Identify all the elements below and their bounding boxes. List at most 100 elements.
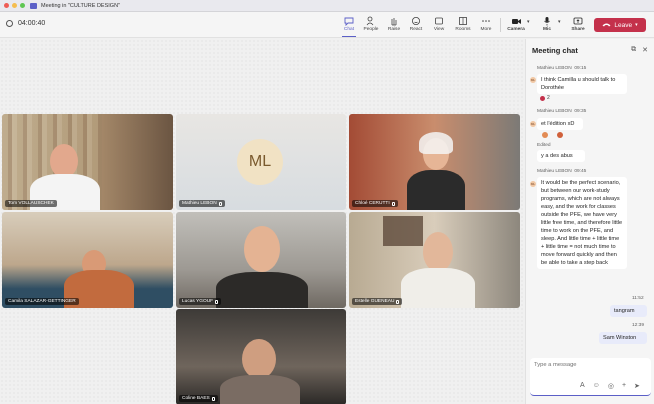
recording-indicator-icon — [6, 20, 13, 27]
chat-icon — [344, 15, 355, 26]
message-time: 12:39 — [632, 323, 645, 328]
avatar: ML — [530, 121, 536, 127]
timer-text: 04:00:40 — [18, 20, 46, 27]
mic-muted-icon — [218, 201, 222, 206]
pop-out-icon[interactable]: ⧉ — [631, 46, 636, 54]
participant-body — [220, 375, 300, 404]
loop-icon[interactable]: ◎ — [608, 382, 614, 390]
rooms-icon — [458, 15, 469, 26]
video-tile[interactable]: Coline BAES — [176, 309, 346, 404]
emoji-reaction-icon[interactable] — [542, 132, 548, 138]
close-window-button[interactable] — [4, 3, 9, 8]
chat-message[interactable]: It would be the perfect scenario, but be… — [537, 177, 627, 269]
mic-muted-icon — [211, 396, 215, 401]
phone-hangup-icon — [602, 22, 611, 29]
chat-title: Meeting chat — [532, 45, 578, 55]
close-icon[interactable]: ✕ — [642, 46, 648, 54]
send-icon[interactable]: ➤ — [634, 382, 640, 390]
participant-head — [423, 232, 453, 272]
composer-tools: A ☺ ◎ + ➤ — [580, 382, 640, 390]
mic-muted-icon — [215, 299, 219, 304]
participant-name-label: Chloé CERUTTI — [352, 200, 398, 207]
video-tile[interactable]: ML Mathieu LEBON — [176, 114, 346, 210]
message-meta: Mathieu LEBON 09:35 — [537, 109, 587, 114]
chat-header: Meeting chat ⧉ ✕ — [526, 39, 654, 61]
raise-hand-button[interactable]: Raise — [383, 15, 405, 35]
share-icon — [573, 15, 584, 26]
video-tile[interactable]: Camila SALAZAR-GETTINGER — [2, 212, 173, 308]
leave-options-chevron-icon[interactable]: ▾ — [635, 22, 638, 28]
zoom-window-button[interactable] — [20, 3, 25, 8]
wall-poster — [383, 216, 423, 246]
message-composer[interactable]: A ☺ ◎ + ➤ — [530, 358, 651, 396]
participant-name-label: Mathieu LEBON — [179, 200, 225, 207]
avatar: ML — [530, 181, 536, 187]
view-icon — [434, 15, 445, 26]
participant-head — [244, 226, 280, 272]
chat-message[interactable]: I think Camilla u should talk to Dorothé… — [537, 74, 627, 94]
people-icon — [366, 15, 377, 26]
participant-name-label: Estelle GUENEAU — [352, 298, 403, 305]
meeting-toolbar: 04:00:40 Chat People Raise React View Ro… — [0, 12, 654, 38]
avatar: ML — [530, 77, 536, 83]
format-icon[interactable]: A — [580, 382, 585, 390]
chat-button[interactable]: Chat — [338, 15, 360, 37]
chat-message[interactable]: et l'édition xD — [537, 118, 583, 130]
share-button[interactable]: Share — [567, 15, 589, 35]
camera-button[interactable]: Camera — [505, 15, 527, 35]
headphones — [419, 132, 453, 154]
video-tile[interactable]: Tom VOLLAUSCHEK — [2, 114, 173, 210]
chat-messages: Mathieu LEBON 09:15 ML I think Camilla u… — [526, 63, 654, 353]
emoji-reaction-icon[interactable] — [557, 132, 563, 138]
chat-panel: Meeting chat ⧉ ✕ Mathieu LEBON 09:15 ML … — [525, 39, 654, 404]
meeting-timer: 04:00:40 — [6, 20, 45, 27]
people-button[interactable]: People — [360, 15, 382, 35]
participant-name-label: Tom VOLLAUSCHEK — [5, 200, 57, 207]
microphone-icon — [542, 15, 553, 26]
rooms-button[interactable]: Rooms — [452, 15, 474, 35]
participant-body — [216, 272, 308, 308]
mic-options-chevron-icon[interactable]: ▾ — [558, 19, 561, 25]
video-tile[interactable]: Lucas YGOUF — [176, 212, 346, 308]
teams-logo-icon — [30, 2, 37, 9]
camera-options-chevron-icon[interactable]: ▾ — [527, 19, 530, 25]
participant-head — [50, 144, 78, 178]
edited-label: Edited — [537, 143, 551, 148]
chat-message[interactable]: Sam Winston — [599, 332, 647, 344]
react-icon — [411, 15, 422, 26]
reaction[interactable]: 2 — [540, 95, 550, 101]
react-button[interactable]: React — [405, 15, 427, 35]
video-tile[interactable]: Estelle GUENEAU — [349, 212, 520, 308]
window-titlebar: Meeting in "CULTURE DESIGN" — [0, 0, 654, 12]
mic-muted-icon — [396, 299, 400, 304]
mic-button[interactable]: Mic — [536, 15, 558, 35]
toolbar-divider — [500, 18, 501, 32]
participant-name-label: Lucas YGOUF — [179, 298, 222, 305]
chat-message[interactable]: y a des abus — [537, 150, 585, 162]
message-meta: Mathieu LEBON 09:15 — [537, 66, 587, 71]
participant-head — [242, 339, 276, 379]
window-controls — [4, 3, 25, 8]
video-tile[interactable]: Chloé CERUTTI — [349, 114, 520, 210]
mic-muted-icon — [391, 201, 395, 206]
message-input[interactable] — [534, 362, 644, 368]
message-time: 11:52 — [632, 296, 644, 301]
more-button[interactable]: More — [475, 15, 497, 35]
participant-name-label: Camila SALAZAR-GETTINGER — [5, 298, 79, 305]
window-title: Meeting in "CULTURE DESIGN" — [41, 2, 120, 9]
message-meta: Mathieu LEBON 09:45 — [537, 169, 587, 174]
leave-button[interactable]: Leave ▾ — [594, 18, 646, 32]
participant-name-label: Coline BAES — [179, 395, 218, 402]
view-button[interactable]: View — [428, 15, 450, 35]
chat-message[interactable]: tangram — [610, 305, 647, 317]
video-stage: Tom VOLLAUSCHEK ML Mathieu LEBON Chloé C… — [0, 39, 524, 404]
add-icon[interactable]: + — [622, 382, 626, 390]
raise-hand-icon — [389, 15, 400, 26]
heart-reaction-icon — [540, 95, 545, 101]
minimize-window-button[interactable] — [12, 3, 17, 8]
emoji-icon[interactable]: ☺ — [593, 382, 600, 390]
camera-icon — [511, 15, 522, 26]
participant-body — [401, 268, 475, 308]
participant-body — [407, 170, 465, 210]
avatar: ML — [237, 139, 283, 185]
